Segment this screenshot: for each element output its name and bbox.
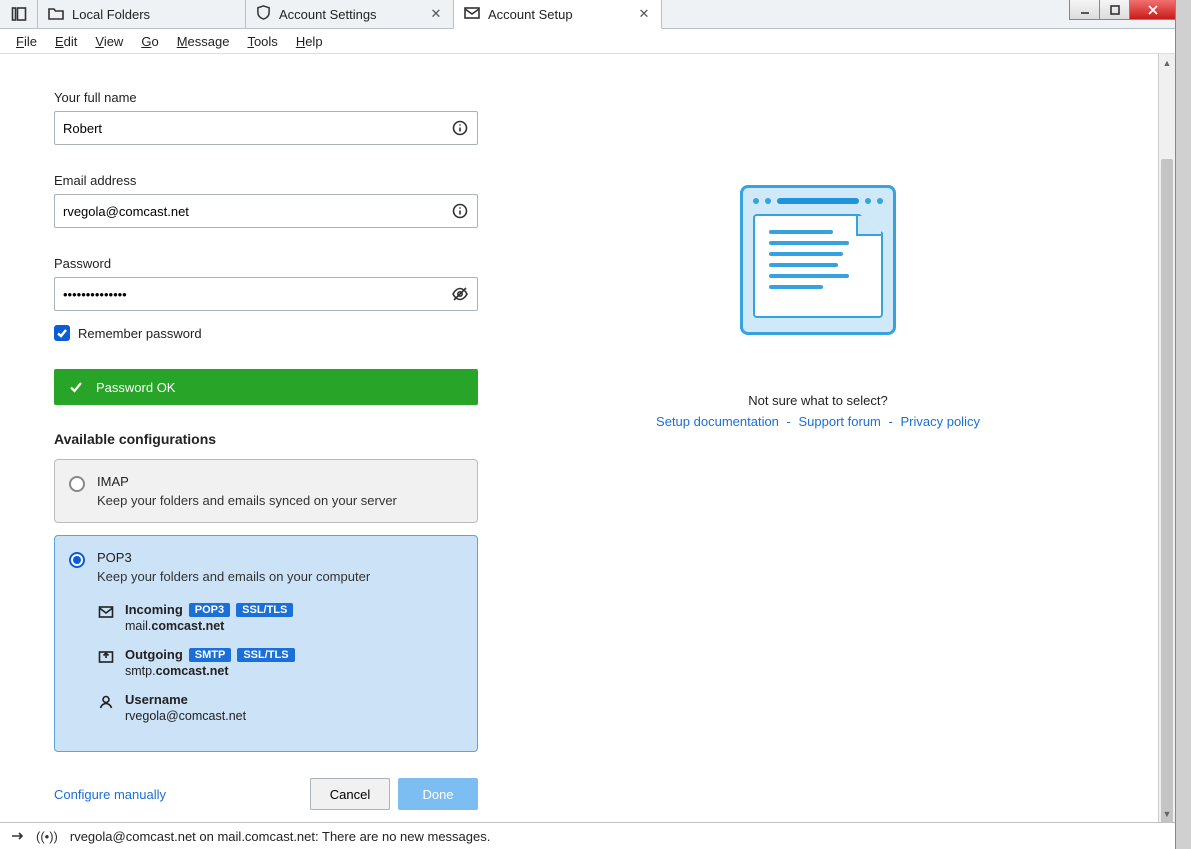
email-input[interactable] bbox=[63, 204, 451, 219]
help-question: Not sure what to select? bbox=[748, 393, 887, 408]
remember-checkbox[interactable] bbox=[54, 325, 70, 341]
outgoing-label: Outgoing bbox=[125, 647, 183, 662]
menu-file[interactable]: File bbox=[8, 32, 45, 51]
vertical-scrollbar[interactable]: ▲ ▼ bbox=[1158, 54, 1175, 822]
email-input-wrap bbox=[54, 194, 478, 228]
minimize-button[interactable] bbox=[1069, 0, 1099, 20]
menu-message[interactable]: Message bbox=[169, 32, 238, 51]
pop3-details: Incoming POP3 SSL/TLS mail.comcast.net bbox=[97, 602, 463, 733]
help-links: Setup documentation - Support forum - Pr… bbox=[656, 414, 980, 429]
outgoing-host: smtp.comcast.net bbox=[125, 664, 463, 678]
close-tab-icon[interactable]: ✕ bbox=[637, 6, 651, 22]
menu-go[interactable]: Go bbox=[133, 32, 166, 51]
spaces-toolbar-icon[interactable] bbox=[0, 0, 38, 28]
pill-ssltls: SSL/TLS bbox=[237, 648, 294, 662]
activity-icon[interactable]: ((•)) bbox=[36, 829, 58, 844]
remember-password-row[interactable]: Remember password bbox=[54, 325, 478, 341]
radio-imap[interactable] bbox=[69, 476, 85, 492]
settings-shield-icon bbox=[256, 5, 271, 23]
menu-tools[interactable]: Tools bbox=[239, 32, 285, 51]
tab-account-setup[interactable]: Account Setup ✕ bbox=[454, 0, 662, 29]
incoming-icon bbox=[97, 603, 115, 621]
password-ok-banner: Password OK bbox=[54, 369, 478, 405]
cancel-button[interactable]: Cancel bbox=[310, 778, 390, 810]
username-value: rvegola@comcast.net bbox=[125, 709, 463, 723]
password-group: Password bbox=[54, 256, 478, 311]
tab-label: Account Setup bbox=[488, 7, 629, 22]
pill-pop3: POP3 bbox=[189, 603, 230, 617]
close-window-button[interactable] bbox=[1129, 0, 1175, 20]
incoming-row: Incoming POP3 SSL/TLS mail.comcast.net bbox=[97, 602, 463, 643]
email-label: Email address bbox=[54, 173, 478, 188]
username-row: Username rvegola@comcast.net bbox=[97, 692, 463, 733]
incoming-label: Incoming bbox=[125, 602, 183, 617]
imap-desc: Keep your folders and emails synced on y… bbox=[97, 493, 463, 508]
user-icon bbox=[97, 693, 115, 711]
outgoing-icon bbox=[97, 648, 115, 666]
scroll-up-arrow[interactable]: ▲ bbox=[1159, 54, 1175, 71]
tab-strip: Local Folders Account Settings ✕ Account… bbox=[0, 0, 1175, 29]
link-privacy[interactable]: Privacy policy bbox=[900, 414, 979, 429]
info-icon[interactable] bbox=[451, 202, 469, 220]
email-group: Email address bbox=[54, 173, 478, 228]
folder-icon bbox=[48, 6, 64, 23]
password-label: Password bbox=[54, 256, 478, 271]
link-setup-doc[interactable]: Setup documentation bbox=[656, 414, 779, 429]
tab-label: Local Folders bbox=[72, 7, 235, 22]
toggle-visibility-icon[interactable] bbox=[451, 285, 469, 303]
remember-label: Remember password bbox=[78, 326, 202, 341]
status-bar: ((•)) rvegola@comcast.net on mail.comcas… bbox=[0, 822, 1175, 849]
pop3-desc: Keep your folders and emails on your com… bbox=[97, 569, 463, 584]
form-column: Your full name Email address bbox=[54, 90, 478, 822]
pop3-title: POP3 bbox=[97, 550, 463, 565]
fullname-input[interactable] bbox=[63, 121, 451, 136]
window-controls bbox=[1069, 0, 1175, 22]
tab-local-folders[interactable]: Local Folders bbox=[38, 0, 246, 28]
done-button[interactable]: Done bbox=[398, 778, 478, 810]
password-ok-text: Password OK bbox=[96, 380, 175, 395]
button-row: Configure manually Cancel Done bbox=[54, 778, 478, 810]
help-column: Not sure what to select? Setup documenta… bbox=[478, 90, 1158, 822]
content-area: Your full name Email address bbox=[0, 54, 1175, 822]
setup-illustration bbox=[740, 185, 896, 335]
fullname-group: Your full name bbox=[54, 90, 478, 145]
menu-help[interactable]: Help bbox=[288, 32, 331, 51]
tab-account-settings[interactable]: Account Settings ✕ bbox=[246, 0, 454, 28]
outgoing-row: Outgoing SMTP SSL/TLS smtp.comcast.net bbox=[97, 647, 463, 688]
incoming-host: mail.comcast.net bbox=[125, 619, 463, 633]
menu-edit[interactable]: Edit bbox=[47, 32, 85, 51]
account-setup-page: Your full name Email address bbox=[0, 54, 1158, 822]
available-configs-title: Available configurations bbox=[54, 431, 478, 447]
fullname-input-wrap bbox=[54, 111, 478, 145]
mail-setup-icon bbox=[464, 6, 480, 23]
password-input-wrap bbox=[54, 277, 478, 311]
offline-icon[interactable] bbox=[10, 829, 24, 843]
pill-smtp: SMTP bbox=[189, 648, 232, 662]
config-option-imap[interactable]: IMAP Keep your folders and emails synced… bbox=[54, 459, 478, 523]
config-option-pop3[interactable]: POP3 Keep your folders and emails on you… bbox=[54, 535, 478, 752]
tab-label: Account Settings bbox=[279, 7, 421, 22]
fullname-label: Your full name bbox=[54, 90, 478, 105]
configure-manually-link[interactable]: Configure manually bbox=[54, 787, 166, 802]
radio-pop3[interactable] bbox=[69, 552, 85, 568]
app-window: Local Folders Account Settings ✕ Account… bbox=[0, 0, 1176, 849]
username-label: Username bbox=[125, 692, 188, 707]
imap-title: IMAP bbox=[97, 474, 463, 489]
menu-view[interactable]: View bbox=[87, 32, 131, 51]
password-input[interactable] bbox=[63, 287, 451, 302]
status-text: rvegola@comcast.net on mail.comcast.net:… bbox=[70, 829, 491, 844]
info-icon[interactable] bbox=[451, 119, 469, 137]
pill-ssltls: SSL/TLS bbox=[236, 603, 293, 617]
maximize-button[interactable] bbox=[1099, 0, 1129, 20]
scroll-down-arrow[interactable]: ▼ bbox=[1159, 805, 1175, 822]
scroll-thumb[interactable] bbox=[1161, 159, 1173, 822]
menu-bar: File Edit View Go Message Tools Help bbox=[0, 29, 1175, 54]
close-tab-icon[interactable]: ✕ bbox=[429, 6, 443, 22]
link-support-forum[interactable]: Support forum bbox=[799, 414, 881, 429]
